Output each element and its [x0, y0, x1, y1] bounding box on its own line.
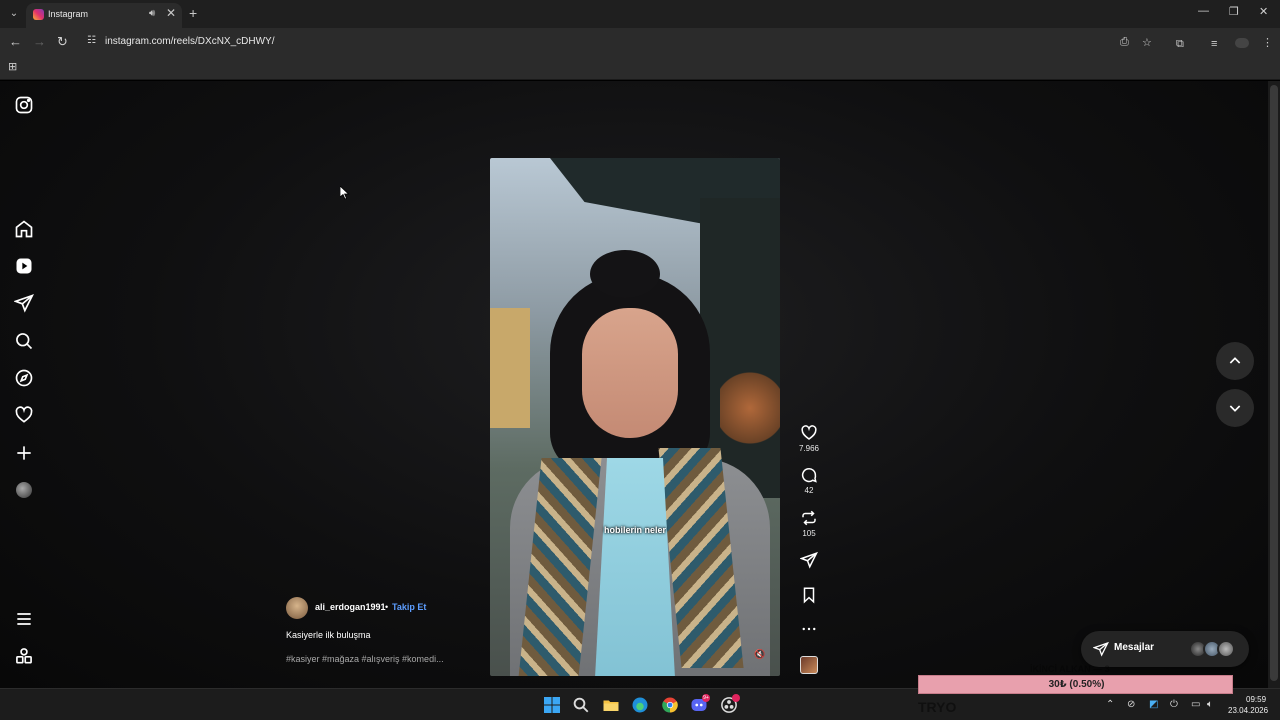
audio-thumbnail[interactable] [800, 656, 818, 674]
message-avatar-3 [1217, 640, 1235, 658]
clock-date[interactable]: 23.04.2026 [1228, 706, 1268, 715]
separator-dot: • [385, 602, 389, 612]
more-options-button[interactable] [798, 620, 820, 638]
bookmark-star-icon[interactable]: ☆ [1142, 36, 1152, 49]
repost-icon [802, 510, 816, 526]
messages-pill[interactable]: Mesajlar [1081, 631, 1249, 667]
previous-reel-button[interactable] [1216, 342, 1254, 380]
reel-title: Kasiyerle ilk buluşma [286, 630, 371, 640]
tray-volume-icon[interactable]: 🔈︎ [1207, 699, 1213, 710]
speaker-icon[interactable]: 🔊︎ [149, 8, 155, 19]
overlay-ghost-label: İKİNCİ ALKAN — 3 [1030, 664, 1110, 674]
create-plus-icon[interactable] [14, 443, 34, 463]
send-icon [1093, 641, 1109, 657]
site-info-icon[interactable]: ☷ [87, 35, 96, 46]
tray-power-icon[interactable]: ⏻ [1170, 699, 1178, 710]
also-from-meta-icon[interactable] [14, 646, 34, 666]
mute-icon[interactable]: 🔇 [754, 649, 765, 660]
close-window-button[interactable]: ✕ [1259, 5, 1268, 18]
media-controls-icon[interactable]: ≡ [1211, 38, 1217, 50]
tab-title: Instagram [48, 9, 89, 19]
bookmark-icon [803, 587, 815, 604]
tab-strip: ⌄ Instagram 🔊︎ ✕ + — ❐ ✕ [0, 0, 1280, 28]
address-bar[interactable]: ☷ instagram.com/reels/DXcNX_cDHWY/ ⎙ ☆ [80, 31, 1164, 53]
bookmarks-bar: ⊞ [0, 56, 1280, 80]
reels-icon[interactable] [14, 256, 34, 276]
page-scrollbar[interactable] [1268, 81, 1280, 688]
like-button[interactable]: 7.966 [798, 424, 820, 453]
discord-notification-badge: 9+ [702, 694, 710, 702]
reel-hashtags[interactable]: #kasiyer #mağaza #alışveriş #komedi... [286, 654, 444, 664]
save-button[interactable] [798, 586, 820, 604]
user-avatar[interactable] [286, 597, 308, 619]
messages-label: Mesajlar [1114, 642, 1155, 653]
profile-avatar-icon[interactable] [1235, 38, 1249, 48]
apps-grid-icon[interactable]: ⊞ [8, 60, 17, 73]
tray-network-app-icon[interactable]: ◩ [1149, 699, 1158, 710]
instagram-page: hobilerin neler 🔇 7.966 42 105 ali_erdog… [0, 81, 1268, 688]
repost-button[interactable]: 105 [798, 509, 820, 538]
share-button[interactable] [798, 551, 820, 569]
follow-button[interactable]: Takip Et [392, 602, 426, 612]
heart-icon [801, 425, 817, 440]
tab-instagram[interactable]: Instagram 🔊︎ ✕ [26, 3, 182, 28]
recording-indicator [732, 694, 740, 702]
back-arrow-icon[interactable]: ← [9, 34, 22, 49]
tab-search-icon[interactable]: ⌄ [6, 6, 22, 22]
background-building [490, 308, 530, 428]
explore-compass-icon[interactable] [14, 368, 34, 388]
instagram-favicon-icon [33, 9, 44, 20]
chevron-down-icon [1229, 405, 1241, 412]
comment-count: 42 [804, 486, 814, 495]
edge-browser-icon[interactable] [631, 696, 649, 714]
windows-start-icon[interactable] [543, 696, 561, 714]
more-menu-icon[interactable] [14, 609, 34, 629]
notifications-heart-icon[interactable] [14, 405, 34, 425]
search-icon[interactable] [14, 331, 34, 351]
person-shirt [595, 458, 675, 676]
restore-button[interactable]: ❐ [1229, 5, 1239, 18]
install-app-icon[interactable]: ⎙ [1120, 36, 1129, 49]
messages-icon[interactable] [14, 293, 34, 313]
comment-button[interactable]: 42 [798, 466, 820, 495]
overlay-ghost-brand: TRYO [918, 699, 957, 715]
next-reel-button[interactable] [1216, 389, 1254, 427]
person-hair-bun [590, 250, 660, 298]
browser-toolbar: ← → ↻ ☷ instagram.com/reels/DXcNX_cDHWY/… [0, 28, 1280, 56]
kebab-menu-icon[interactable]: ⋮ [1262, 36, 1273, 49]
file-explorer-icon[interactable] [602, 696, 620, 714]
tray-chevron-up-icon[interactable]: ⌃ [1106, 699, 1114, 710]
like-count: 7.966 [798, 444, 820, 453]
scrollbar-thumb[interactable] [1270, 85, 1278, 681]
minimize-button[interactable]: — [1198, 5, 1209, 17]
url-text[interactable]: instagram.com/reels/DXcNX_cDHWY/ [105, 36, 274, 47]
clock-time[interactable]: 09:59 [1246, 695, 1266, 704]
donation-goal-text: 30₺ (0.50%) [1048, 679, 1105, 690]
taskbar-search-icon[interactable] [572, 696, 590, 714]
chevron-up-icon [1229, 357, 1241, 364]
person-face [582, 308, 678, 438]
repost-count: 105 [802, 529, 816, 538]
chrome-browser-icon[interactable] [661, 696, 679, 714]
reload-icon[interactable]: ↻ [57, 34, 68, 50]
comment-bubble-icon [801, 467, 817, 483]
profile-avatar[interactable] [16, 482, 32, 498]
reel-video[interactable]: hobilerin neler 🔇 [490, 158, 780, 676]
tab-close-icon[interactable]: ✕ [166, 6, 176, 20]
background-plant [720, 368, 780, 448]
tray-app-icon[interactable]: ⊘ [1127, 699, 1135, 710]
tray-display-icon[interactable]: ▭ [1191, 699, 1200, 710]
mouse-cursor-icon [340, 186, 350, 200]
ellipsis-icon [802, 627, 816, 631]
instagram-logo-icon[interactable] [14, 95, 34, 115]
home-icon[interactable] [14, 219, 34, 239]
donation-goal-bar: 30₺ (0.50%) [918, 675, 1233, 694]
forward-arrow-icon[interactable]: → [33, 34, 46, 49]
video-caption-overlay: hobilerin neler [603, 525, 666, 535]
new-tab-button[interactable]: + [189, 5, 197, 21]
username-link[interactable]: ali_erdogan1991 [315, 602, 386, 612]
send-icon [800, 551, 818, 569]
extensions-icon[interactable]: ⧉ [1176, 38, 1184, 51]
